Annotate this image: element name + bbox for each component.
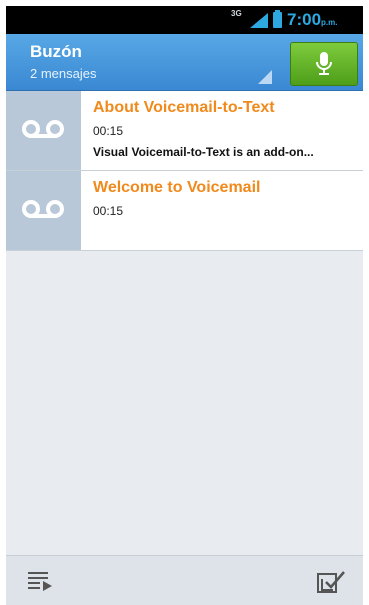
message-list: About Voicemail-to-Text 00:15 Visual Voi… xyxy=(6,91,363,251)
voicemail-thumb xyxy=(6,91,81,170)
playlist-button[interactable] xyxy=(28,571,52,596)
microphone-icon xyxy=(316,52,332,75)
signal-icon xyxy=(250,13,268,28)
list-item[interactable]: About Voicemail-to-Text 00:15 Visual Voi… xyxy=(6,91,363,171)
clock-ampm: p.m. xyxy=(321,18,338,27)
message-preview: Visual Voicemail-to-Text is an add-on... xyxy=(93,145,314,159)
battery-icon xyxy=(273,10,282,28)
select-button[interactable] xyxy=(317,570,345,599)
phone-screen: 3G 7:00p.m. Buzón 2 mensajes About Voice… xyxy=(6,6,363,605)
clock-time: 7:00 xyxy=(287,10,322,29)
clock: 7:00p.m. xyxy=(287,10,337,30)
status-bar: 3G 7:00p.m. xyxy=(6,6,363,34)
record-button[interactable] xyxy=(290,42,358,86)
message-duration: 00:15 xyxy=(93,124,124,138)
playlist-icon xyxy=(28,572,52,591)
message-title: Welcome to Voicemail xyxy=(93,179,261,196)
page-title: Buzón xyxy=(30,42,82,61)
message-count: 2 mensajes xyxy=(30,66,97,81)
bottom-action-bar xyxy=(6,555,363,605)
app-header: Buzón 2 mensajes xyxy=(6,34,363,91)
menu-corner-indicator[interactable] xyxy=(258,70,272,84)
list-item[interactable]: Welcome to Voicemail 00:15 xyxy=(6,171,363,251)
voicemail-icon xyxy=(22,200,64,218)
message-duration: 00:15 xyxy=(93,204,124,218)
network-indicator: 3G xyxy=(231,9,242,18)
message-title: About Voicemail-to-Text xyxy=(93,99,275,116)
voicemail-thumb xyxy=(6,171,81,250)
voicemail-icon xyxy=(22,120,64,138)
select-check-icon xyxy=(317,571,345,593)
